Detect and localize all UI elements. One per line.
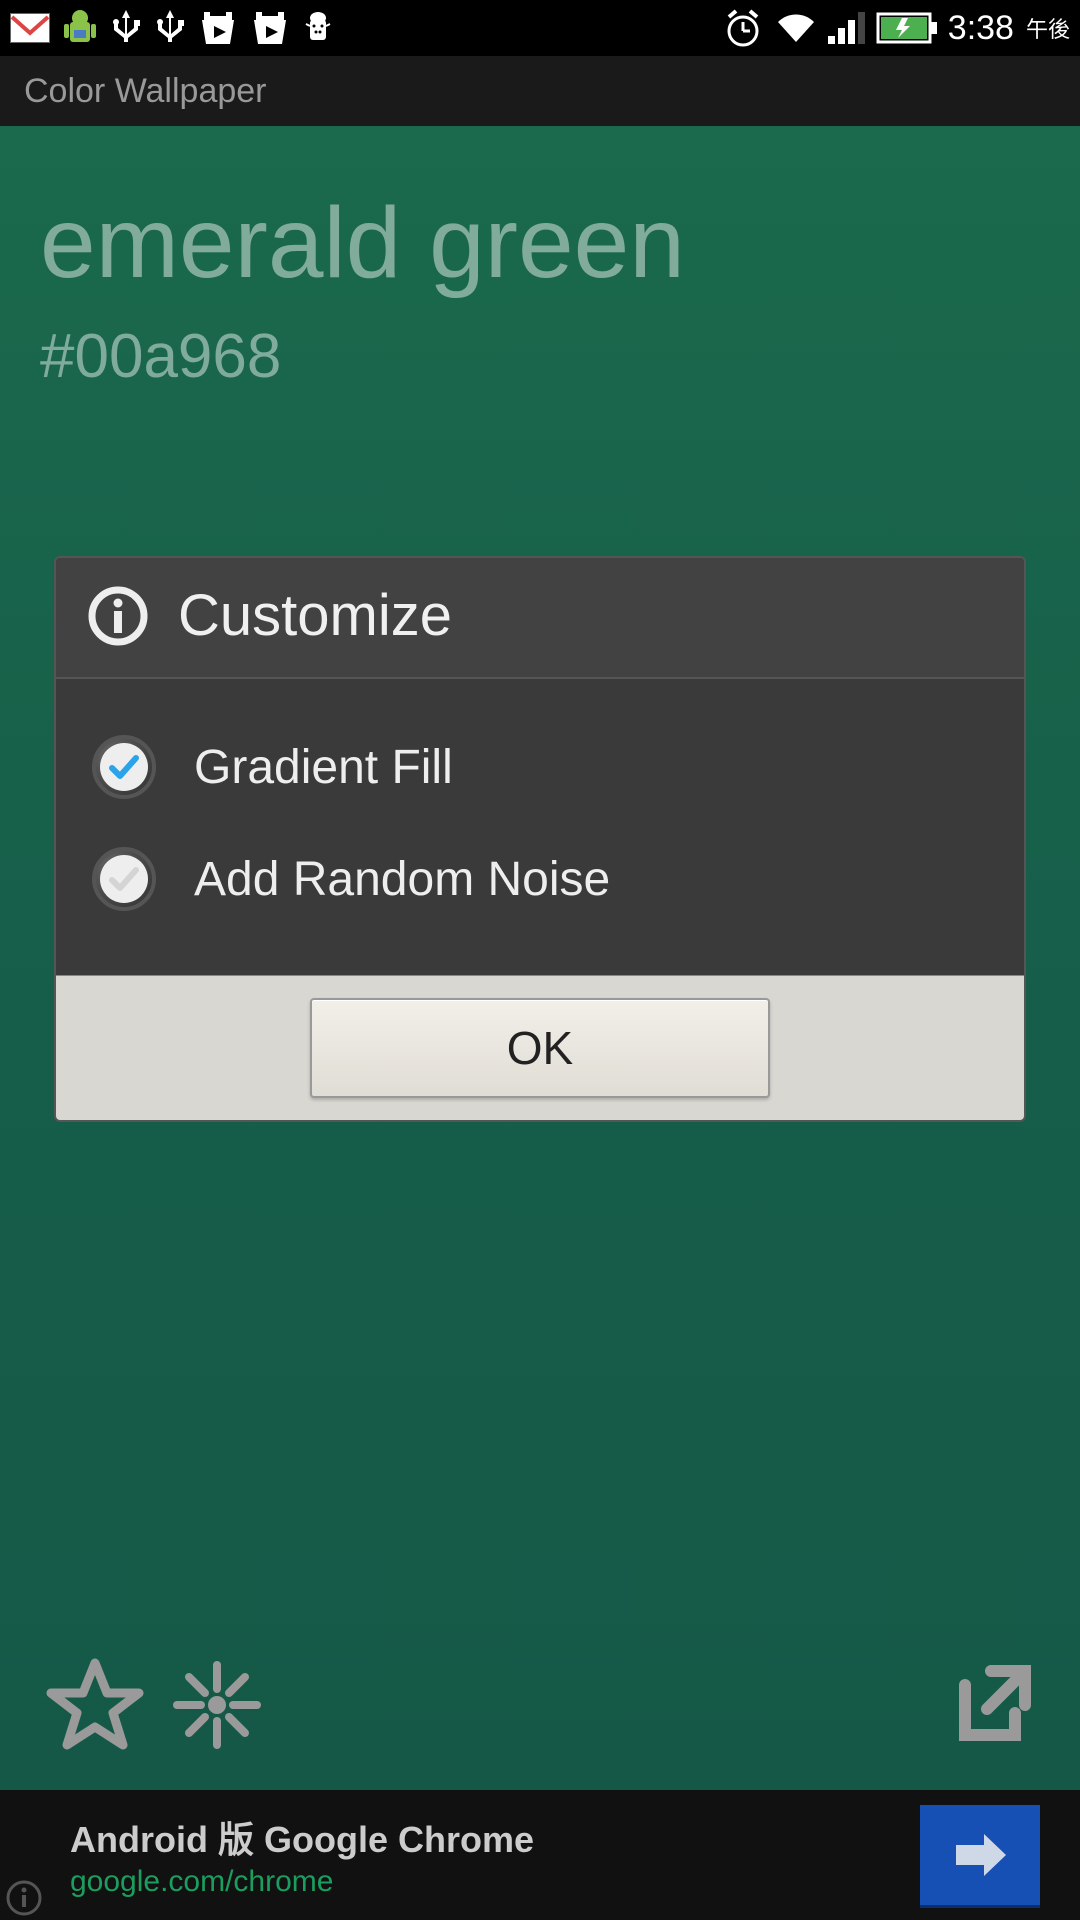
check-icon-unchecked [100,855,148,903]
gmail-icon [10,13,50,43]
ad-title: Android 版 Google Chrome [70,1811,920,1863]
dialog-header: Customize [56,558,1024,679]
app-bar: Color Wallpaper [0,56,1080,126]
play-store-icon [198,8,238,48]
android-debug-icon [302,8,334,48]
customize-dialog: Customize Gradient Fill Add Random Noise [54,556,1026,1122]
status-time: 3:38 [948,9,1014,48]
option-label: Gradient Fill [194,740,453,795]
option-gradient-fill[interactable]: Gradient Fill [92,711,988,823]
arrow-right-icon [950,1830,1010,1880]
dialog-footer: OK [56,975,1024,1120]
option-label: Add Random Noise [194,852,610,907]
status-ampm: 午後 [1026,12,1070,44]
status-bar: 3:38 午後 [0,0,1080,56]
dialog-title: Customize [178,582,452,649]
bottom-actions [40,1650,1040,1760]
ad-go-button[interactable] [920,1805,1040,1905]
ok-button[interactable]: OK [310,998,770,1098]
android-icon [62,8,98,48]
checkbox-random-noise[interactable] [92,847,156,911]
ad-info-icon[interactable] [6,1880,42,1916]
signal-icon [828,12,866,44]
checkbox-gradient-fill[interactable] [92,735,156,799]
play-store-icon-2 [250,8,290,48]
favorite-button[interactable] [40,1650,150,1760]
magic-wand-button[interactable] [162,1650,272,1760]
battery-icon [876,12,938,44]
color-hex: #00a968 [40,321,1040,392]
app-title: Color Wallpaper [24,72,267,111]
status-icons-right: 3:38 午後 [722,7,1070,49]
status-icons-left [10,8,722,48]
option-random-noise[interactable]: Add Random Noise [92,823,988,935]
share-button[interactable] [930,1650,1040,1760]
info-icon [88,586,148,646]
ad-text: Android 版 Google Chrome google.com/chrom… [70,1811,920,1899]
ad-url: google.com/chrome [70,1865,920,1899]
check-icon [100,743,148,791]
main-content: emerald green #00a968 Customize Gradient… [0,126,1080,1790]
wifi-icon [774,10,818,46]
usb-icon [110,8,142,48]
color-name: emerald green [40,186,1040,301]
dialog-body: Gradient Fill Add Random Noise [56,679,1024,975]
alarm-icon [722,7,764,49]
usb-icon-2 [154,8,186,48]
ad-bar[interactable]: Android 版 Google Chrome google.com/chrom… [0,1790,1080,1920]
